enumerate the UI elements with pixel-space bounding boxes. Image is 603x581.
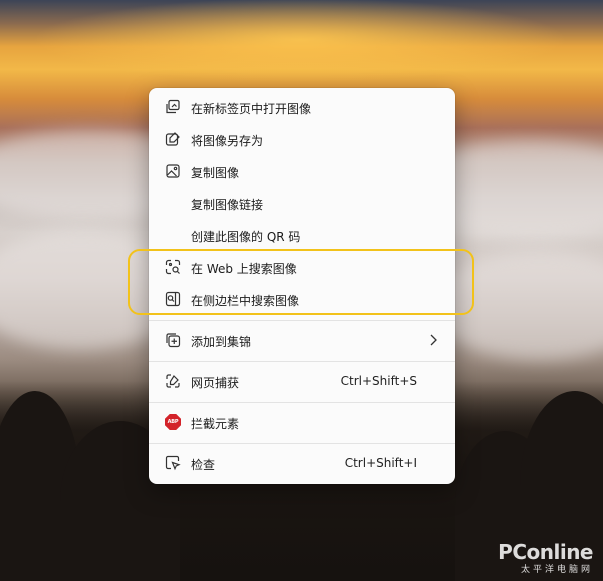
abp-icon: ABP <box>165 414 181 430</box>
menu-label: 将图像另存为 <box>191 134 264 148</box>
menu-item-copy-image[interactable]: 复制图像 <box>153 156 451 186</box>
open-in-new-tab-icon <box>165 99 181 115</box>
menu-item-add-to-collections[interactable]: 添加到集锦 <box>153 325 451 355</box>
menu-label: 复制图像 <box>191 166 240 180</box>
menu-label: 创建此图像的 QR 码 <box>191 230 301 244</box>
abp-badge: ABP <box>165 414 181 430</box>
menu-item-inspect[interactable]: 检查 Ctrl+Shift+I <box>153 448 451 478</box>
watermark: PConline 太平洋电脑网 <box>498 540 593 575</box>
save-image-icon <box>165 131 181 147</box>
menu-item-copy-image-link[interactable]: 复制图像链接 <box>153 188 451 218</box>
menu-label: 网页捕获 <box>191 376 240 390</box>
menu-item-block-element[interactable]: ABP 拦截元素 <box>153 407 451 437</box>
menu-item-open-in-new-tab[interactable]: 在新标签页中打开图像 <box>153 92 451 122</box>
menu-label: 拦截元素 <box>191 417 240 431</box>
web-capture-icon <box>165 373 181 389</box>
menu-separator <box>149 443 455 444</box>
menu-item-create-qr-code[interactable]: 创建此图像的 QR 码 <box>153 220 451 250</box>
shortcut-label: Ctrl+Shift+I <box>344 456 417 470</box>
watermark-brand: PConline <box>498 540 593 564</box>
copy-image-icon <box>165 163 181 179</box>
menu-item-web-capture[interactable]: 网页捕获 Ctrl+Shift+S <box>153 366 451 396</box>
menu-label: 在新标签页中打开图像 <box>191 102 312 116</box>
chevron-right-icon <box>427 333 439 350</box>
menu-separator <box>149 402 455 403</box>
menu-label: 添加到集锦 <box>191 335 252 349</box>
shortcut-label: Ctrl+Shift+S <box>340 374 417 388</box>
menu-label: 复制图像链接 <box>191 198 264 212</box>
collections-icon <box>165 332 181 348</box>
menu-label: 检查 <box>191 458 216 472</box>
highlight-box <box>128 249 474 315</box>
inspect-icon <box>165 455 181 471</box>
menu-separator <box>149 361 455 362</box>
menu-item-save-image-as[interactable]: 将图像另存为 <box>153 124 451 154</box>
menu-separator <box>149 320 455 321</box>
